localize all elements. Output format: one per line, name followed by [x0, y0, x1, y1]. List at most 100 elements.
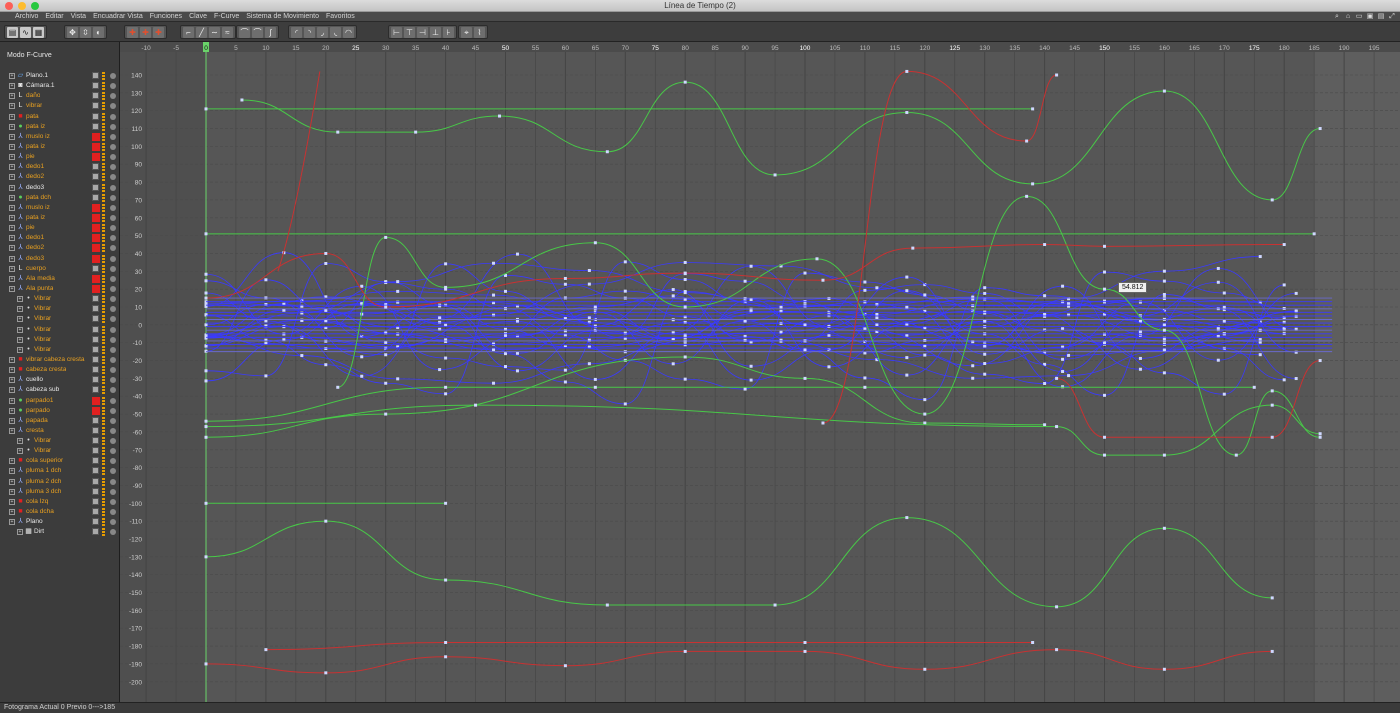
- keyframe[interactable]: [1138, 356, 1142, 360]
- keyframe[interactable]: [444, 385, 448, 389]
- keyframe[interactable]: [515, 351, 519, 355]
- keyframe[interactable]: [384, 305, 388, 309]
- ease-out-icon[interactable]: ⌒: [252, 26, 263, 38]
- object-row[interactable]: + ▦ Dirt: [0, 527, 120, 537]
- solo-dot-icon[interactable]: [110, 103, 116, 110]
- enable-checkbox[interactable]: [92, 193, 99, 201]
- keyframe[interactable]: [905, 516, 909, 520]
- keyframe[interactable]: [683, 278, 687, 282]
- keyframe[interactable]: [438, 320, 442, 324]
- frame-ruler[interactable]: [120, 42, 1400, 52]
- keyframe[interactable]: [923, 667, 927, 671]
- keyframe[interactable]: [1162, 296, 1166, 300]
- fcurve-graph[interactable]: -10-505101520253035404550556065707580859…: [120, 42, 1400, 702]
- spline-interp-icon[interactable]: ∼: [209, 26, 220, 38]
- keyframe[interactable]: [264, 278, 268, 282]
- keyframe[interactable]: [1043, 243, 1047, 247]
- solo-dot-icon[interactable]: [110, 174, 116, 181]
- keyframe[interactable]: [563, 368, 567, 372]
- keyframe[interactable]: [971, 304, 975, 308]
- object-row[interactable]: + ■ vibrar cabeza cresta: [0, 355, 120, 365]
- keyframe[interactable]: [1067, 374, 1071, 378]
- keyframe[interactable]: [1162, 371, 1166, 375]
- expand-icon[interactable]: ⤢: [1388, 13, 1396, 21]
- solo-dot-icon[interactable]: [110, 255, 116, 262]
- keyframe[interactable]: [803, 376, 807, 380]
- keyframe[interactable]: [1061, 284, 1065, 288]
- keyframe[interactable]: [504, 334, 507, 338]
- keyframe[interactable]: [515, 252, 519, 256]
- solo-dot-icon[interactable]: [110, 93, 116, 100]
- record-rotation-icon[interactable]: ✚: [153, 26, 164, 38]
- keyframe[interactable]: [773, 173, 777, 177]
- solo-dot-icon[interactable]: [110, 194, 116, 201]
- keyframe[interactable]: [905, 305, 909, 309]
- expand-icon[interactable]: +: [9, 245, 15, 252]
- keyframe[interactable]: [1162, 453, 1166, 457]
- expand-icon[interactable]: +: [9, 427, 15, 434]
- solo-dot-icon[interactable]: [110, 367, 116, 374]
- keyframe[interactable]: [623, 402, 627, 406]
- keyframe[interactable]: [384, 340, 388, 344]
- solo-dot-icon[interactable]: [110, 245, 116, 252]
- fcurve-red[interactable]: [277, 71, 321, 272]
- keyframe[interactable]: [204, 291, 208, 295]
- keyframe[interactable]: [1216, 280, 1220, 284]
- fcurve-mode-icon[interactable]: ∿: [20, 26, 31, 38]
- keyframe[interactable]: [1043, 382, 1047, 386]
- fcurve-red[interactable]: [205, 649, 1273, 674]
- object-row[interactable]: + ■ pata: [0, 112, 120, 122]
- solo-dot-icon[interactable]: [110, 154, 116, 161]
- keyframe[interactable]: [1222, 392, 1226, 396]
- enable-checkbox[interactable]: [92, 112, 99, 120]
- expand-icon[interactable]: +: [9, 214, 15, 221]
- keyframe[interactable]: [396, 289, 400, 293]
- enable-checkbox[interactable]: [92, 325, 99, 333]
- enable-checkbox[interactable]: [92, 426, 99, 434]
- solo-dot-icon[interactable]: [110, 225, 116, 232]
- keyframe[interactable]: [593, 305, 597, 309]
- expand-icon[interactable]: +: [9, 488, 15, 495]
- keyframe[interactable]: [1270, 435, 1274, 439]
- keyframe[interactable]: [492, 261, 496, 265]
- snap-icon[interactable]: ⌖: [461, 26, 472, 38]
- keyframe[interactable]: [1162, 526, 1166, 530]
- solo-dot-icon[interactable]: [110, 356, 116, 363]
- keyframe[interactable]: [360, 284, 364, 288]
- expand-icon[interactable]: +: [9, 83, 15, 90]
- enable-checkbox[interactable]: [92, 457, 99, 465]
- keyframe[interactable]: [605, 150, 609, 154]
- keyframe[interactable]: [444, 285, 448, 289]
- object-row[interactable]: + ■ cola dcha: [0, 507, 120, 517]
- expand-icon[interactable]: +: [9, 133, 15, 140]
- expand-icon[interactable]: +: [17, 529, 23, 536]
- expand-icon[interactable]: +: [17, 336, 23, 343]
- object-row[interactable]: + ● pata dch: [0, 193, 120, 203]
- keyframe[interactable]: [563, 276, 567, 280]
- keyframe[interactable]: [923, 353, 927, 357]
- object-row[interactable]: + ⅄ muslo iz: [0, 203, 120, 213]
- keyframe[interactable]: [1162, 279, 1166, 283]
- keyframe[interactable]: [563, 380, 567, 384]
- enable-checkbox[interactable]: [92, 183, 99, 191]
- object-row[interactable]: + • Vibrar: [0, 436, 120, 446]
- keyframe[interactable]: [905, 110, 909, 114]
- keyframe[interactable]: [1025, 194, 1029, 198]
- object-row[interactable]: + ■ cola superior: [0, 456, 120, 466]
- keyframe[interactable]: [324, 519, 328, 523]
- keyframe[interactable]: [396, 300, 400, 304]
- expand-icon[interactable]: +: [9, 103, 15, 110]
- keyframe[interactable]: [1270, 389, 1274, 393]
- expand-icon[interactable]: +: [17, 326, 23, 333]
- keyframe[interactable]: [1162, 667, 1166, 671]
- weighted-tangent-icon[interactable]: ⊦: [443, 26, 454, 38]
- zero-angle-icon[interactable]: ◝: [304, 26, 315, 38]
- keyframe[interactable]: [336, 385, 340, 389]
- solo-dot-icon[interactable]: [110, 377, 116, 384]
- color-tag-icon[interactable]: [92, 234, 100, 243]
- keyframe[interactable]: [971, 376, 975, 380]
- keyframe[interactable]: [1258, 353, 1262, 357]
- keyframe[interactable]: [204, 232, 208, 236]
- keyframe[interactable]: [1252, 385, 1256, 389]
- enable-checkbox[interactable]: [92, 467, 99, 475]
